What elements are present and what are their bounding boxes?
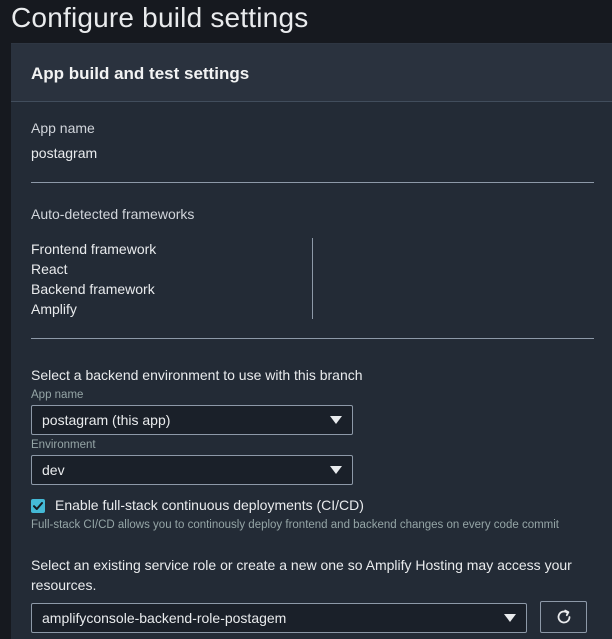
service-role-select[interactable]: amplifyconsole-backend-role-postagem	[31, 603, 527, 633]
cicd-checkbox-label[interactable]: Enable full-stack continuous deployments…	[55, 495, 364, 515]
app-name-value: postagram	[31, 145, 98, 161]
panel-title: App build and test settings	[31, 64, 250, 83]
divider	[31, 338, 594, 339]
caret-down-icon	[504, 614, 516, 622]
check-icon	[33, 502, 43, 510]
service-role-text: Select an existing service role or creat…	[31, 557, 572, 593]
frontend-framework-value: React	[31, 261, 68, 277]
env-select-value: dev	[42, 462, 65, 478]
refresh-icon	[557, 609, 570, 624]
backend-framework-value: Amplify	[31, 301, 77, 317]
backend-framework-label: Backend framework	[31, 281, 155, 297]
environment-select[interactable]: dev	[31, 455, 353, 485]
frameworks-heading: Auto-detected frameworks	[31, 206, 195, 222]
panel-header: App build and test settings	[11, 44, 612, 102]
backend-env-heading: Select a backend environment to use with…	[31, 367, 363, 383]
caret-down-icon	[330, 416, 342, 424]
service-role-value: amplifyconsole-backend-role-postagem	[42, 610, 287, 626]
app-select[interactable]: postagram (this app)	[31, 405, 353, 435]
build-settings-panel: App build and test settings App name pos…	[11, 43, 612, 639]
env-select-label: Environment	[31, 439, 96, 451]
divider	[31, 182, 594, 183]
cicd-hint: Full-stack CI/CD allows you to continous…	[31, 519, 559, 531]
app-select-label: App name	[31, 389, 84, 401]
framework-vertical-divider	[312, 238, 313, 319]
app-name-label: App name	[31, 120, 95, 136]
caret-down-icon	[330, 466, 342, 474]
frontend-framework-label: Frontend framework	[31, 241, 157, 257]
refresh-button[interactable]	[540, 601, 587, 633]
app-select-value: postagram (this app)	[42, 412, 171, 428]
page-title: Configure build settings	[11, 2, 309, 33]
cicd-checkbox[interactable]	[31, 499, 45, 513]
